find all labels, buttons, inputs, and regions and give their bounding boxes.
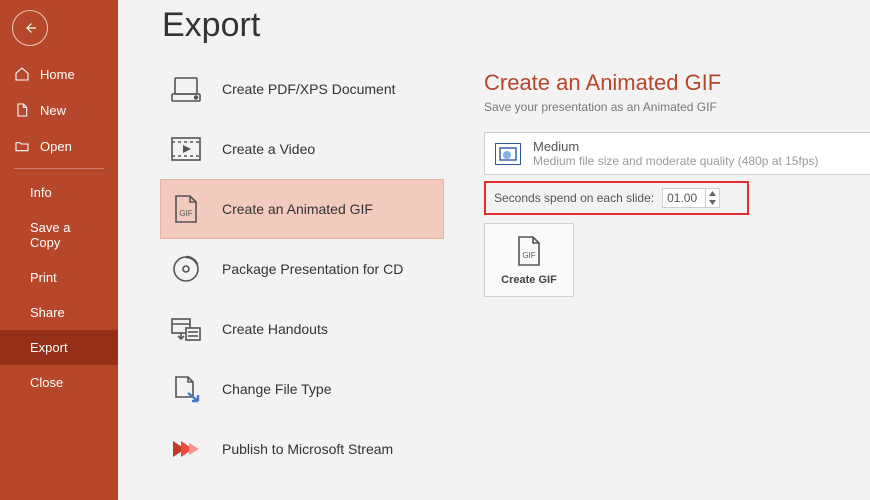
quality-text: Medium Medium file size and moderate qua…: [533, 139, 819, 168]
main-content: Export Create PDF/XPS Document: [118, 0, 870, 500]
pdf-xps-icon: [168, 74, 204, 104]
quality-description: Medium file size and moderate quality (4…: [533, 154, 819, 168]
spinner-up[interactable]: [706, 189, 718, 198]
home-icon: [14, 66, 30, 82]
sidebar-item-save-a-copy[interactable]: Save a Copy: [0, 210, 118, 260]
sidebar-item-export[interactable]: Export: [0, 330, 118, 365]
seconds-per-slide-row: Seconds spend on each slide:: [484, 181, 749, 215]
content-row: Create PDF/XPS Document Create a Video: [160, 59, 870, 479]
chevron-down-icon: [709, 200, 716, 205]
change-file-type-icon: [168, 374, 204, 404]
sidebar-item-open[interactable]: Open: [0, 128, 118, 164]
export-item-label: Create a Video: [222, 141, 315, 157]
back-button[interactable]: [12, 10, 48, 46]
handouts-icon: [168, 314, 204, 344]
svg-text:GIF: GIF: [522, 251, 535, 260]
sidebar-item-info[interactable]: Info: [0, 175, 118, 210]
gif-file-icon: GIF: [168, 194, 204, 224]
panel-title: Create an Animated GIF: [484, 70, 870, 96]
export-item-handouts[interactable]: Create Handouts: [160, 299, 444, 359]
export-item-video[interactable]: Create a Video: [160, 119, 444, 179]
export-item-change-file-type[interactable]: Change File Type: [160, 359, 444, 419]
sidebar-item-close[interactable]: Close: [0, 365, 118, 400]
sidebar-label: Print: [30, 270, 57, 285]
stream-icon: [168, 434, 204, 464]
panel-description: Save your presentation as an Animated GI…: [484, 100, 870, 114]
seconds-label: Seconds spend on each slide:: [494, 191, 654, 205]
export-item-label: Package Presentation for CD: [222, 261, 403, 277]
create-gif-button[interactable]: GIF Create GIF: [484, 223, 574, 297]
chevron-up-icon: [709, 191, 716, 196]
gif-file-icon: GIF: [514, 234, 544, 268]
export-type-list: Create PDF/XPS Document Create a Video: [160, 59, 444, 479]
backstage-sidebar: Home New Open Info Save a Copy Print Sha…: [0, 0, 118, 500]
sidebar-label: Save a Copy: [30, 220, 104, 250]
export-item-label: Create PDF/XPS Document: [222, 81, 396, 97]
seconds-spinner: [662, 188, 720, 208]
export-item-label: Create an Animated GIF: [222, 201, 373, 217]
export-item-label: Change File Type: [222, 381, 331, 397]
page-title: Export: [160, 6, 870, 45]
video-icon: [168, 134, 204, 164]
sidebar-label: Home: [40, 67, 75, 82]
sidebar-item-new[interactable]: New: [0, 92, 118, 128]
export-item-animated-gif[interactable]: GIF Create an Animated GIF: [160, 179, 444, 239]
create-gif-label: Create GIF: [501, 274, 557, 286]
export-item-package-cd[interactable]: Package Presentation for CD: [160, 239, 444, 299]
seconds-input[interactable]: [663, 189, 705, 207]
sidebar-label: Open: [40, 139, 72, 154]
export-item-publish-stream[interactable]: Publish to Microsoft Stream: [160, 419, 444, 479]
spinner-down[interactable]: [706, 198, 718, 207]
folder-open-icon: [14, 138, 30, 154]
export-item-label: Create Handouts: [222, 321, 328, 337]
export-item-pdf-xps[interactable]: Create PDF/XPS Document: [160, 59, 444, 119]
arrow-left-icon: [21, 19, 39, 37]
cd-icon: [168, 254, 204, 284]
quality-title: Medium: [533, 139, 819, 154]
new-file-icon: [14, 102, 30, 118]
sidebar-item-home[interactable]: Home: [0, 56, 118, 92]
sidebar-label: Close: [30, 375, 63, 390]
export-item-label: Publish to Microsoft Stream: [222, 441, 393, 457]
export-panel: Create an Animated GIF Save your present…: [484, 59, 870, 479]
sidebar-label: Info: [30, 185, 52, 200]
sidebar-label: New: [40, 103, 66, 118]
quality-icon: [495, 143, 521, 165]
sidebar-item-print[interactable]: Print: [0, 260, 118, 295]
sidebar-item-share[interactable]: Share: [0, 295, 118, 330]
sidebar-divider: [14, 168, 104, 169]
svg-text:GIF: GIF: [179, 209, 192, 218]
sidebar-label: Export: [30, 340, 68, 355]
quality-selector[interactable]: Medium Medium file size and moderate qua…: [484, 132, 870, 175]
sidebar-label: Share: [30, 305, 65, 320]
